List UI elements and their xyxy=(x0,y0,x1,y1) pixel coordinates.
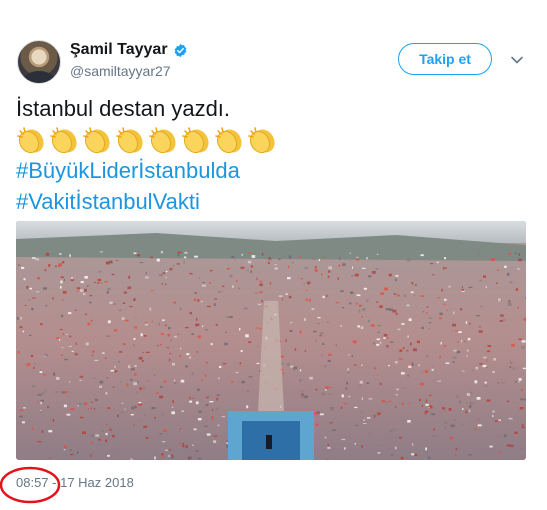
tweet-text: İstanbul destan yazdı. #BüyükLiderİstanb… xyxy=(16,93,279,217)
verified-badge-icon xyxy=(174,43,186,57)
author-name-row: Şamil Tayyar xyxy=(70,41,188,59)
author-name[interactable]: Şamil Tayyar xyxy=(70,41,168,59)
clap-emoji-row xyxy=(16,124,279,155)
avatar[interactable] xyxy=(17,40,61,84)
clap-icon xyxy=(83,126,110,153)
chevron-down-icon[interactable] xyxy=(509,52,525,68)
clap-icon xyxy=(215,126,242,153)
clap-icon xyxy=(149,126,176,153)
follow-button[interactable]: Takip et xyxy=(398,43,492,75)
clap-icon xyxy=(17,126,44,153)
hashtag-link[interactable]: #BüyükLiderİstanbulda xyxy=(16,155,279,186)
clap-icon xyxy=(182,126,209,153)
clap-icon xyxy=(248,126,275,153)
annotation-circle xyxy=(0,466,61,504)
tweet-photo[interactable] xyxy=(16,221,526,460)
hashtag-link[interactable]: #VakitİstanbulVakti xyxy=(16,186,279,217)
tweet-text-line: İstanbul destan yazdı. xyxy=(16,96,231,121)
clap-icon xyxy=(50,126,77,153)
clap-icon xyxy=(116,126,143,153)
author-handle[interactable]: @samiltayyar27 xyxy=(70,63,171,79)
